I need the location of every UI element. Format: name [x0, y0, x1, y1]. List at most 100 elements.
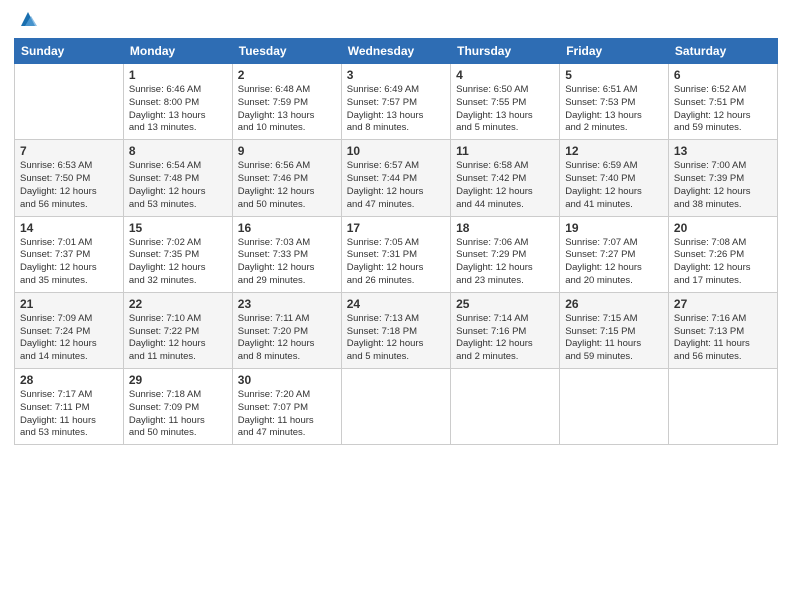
weekday-header-tuesday: Tuesday — [232, 39, 341, 64]
day-cell: 20 Sunrise: 7:08 AM Sunset: 7:26 PM Dayli… — [668, 216, 777, 292]
day-cell — [668, 369, 777, 445]
day-info: Sunrise: 7:07 AM Sunset: 7:27 PM Dayligh… — [565, 237, 663, 288]
day-cell: 6Sunrise: 6:52 AM Sunset: 7:51 PM Daylig… — [668, 64, 777, 140]
day-cell: 22 Sunrise: 7:10 AM Sunset: 7:22 PM Dayli… — [123, 292, 232, 368]
day-cell: 16 Sunrise: 7:03 AM Sunset: 7:33 PM Dayli… — [232, 216, 341, 292]
day-info: Sunrise: 6:53 AM Sunset: 7:50 PM Dayligh… — [20, 160, 118, 211]
day-info: Sunrise: 6:51 AM Sunset: 7:53 PM Dayligh… — [565, 84, 663, 135]
header — [14, 10, 778, 30]
calendar-table: SundayMondayTuesdayWednesdayThursdayFrid… — [14, 38, 778, 445]
day-info: Sunrise: 7:09 AM Sunset: 7:24 PM Dayligh… — [20, 313, 118, 364]
day-cell: 24 Sunrise: 7:13 AM Sunset: 7:18 PM Dayli… — [341, 292, 450, 368]
calendar-header-row: SundayMondayTuesdayWednesdayThursdayFrid… — [15, 39, 778, 64]
day-number: 27 — [674, 297, 772, 311]
week-row-2: 7Sunrise: 6:53 AM Sunset: 7:50 PM Daylig… — [15, 140, 778, 216]
day-info: Sunrise: 7:02 AM Sunset: 7:35 PM Dayligh… — [129, 237, 227, 288]
day-info: Sunrise: 7:13 AM Sunset: 7:18 PM Dayligh… — [347, 313, 445, 364]
day-number: 26 — [565, 297, 663, 311]
day-info: Sunrise: 7:03 AM Sunset: 7:33 PM Dayligh… — [238, 237, 336, 288]
day-number: 4 — [456, 68, 554, 82]
day-cell: 23 Sunrise: 7:11 AM Sunset: 7:20 PM Dayli… — [232, 292, 341, 368]
page: SundayMondayTuesdayWednesdayThursdayFrid… — [0, 0, 792, 612]
day-number: 2 — [238, 68, 336, 82]
day-cell: 3 Sunrise: 6:49 AM Sunset: 7:57 PM Daylig… — [341, 64, 450, 140]
day-info: Sunrise: 7:11 AM Sunset: 7:20 PM Dayligh… — [238, 313, 336, 364]
day-number: 22 — [129, 297, 227, 311]
weekday-header-saturday: Saturday — [668, 39, 777, 64]
day-info: Sunrise: 6:46 AM Sunset: 8:00 PM Dayligh… — [129, 84, 227, 135]
day-cell: 15 Sunrise: 7:02 AM Sunset: 7:35 PM Dayli… — [123, 216, 232, 292]
day-number: 20 — [674, 221, 772, 235]
week-row-4: 21 Sunrise: 7:09 AM Sunset: 7:24 PM Dayli… — [15, 292, 778, 368]
day-cell — [560, 369, 669, 445]
day-info: Sunrise: 7:20 AM Sunset: 7:07 PM Dayligh… — [238, 389, 336, 440]
day-cell: 2 Sunrise: 6:48 AM Sunset: 7:59 PM Daylig… — [232, 64, 341, 140]
weekday-header-wednesday: Wednesday — [341, 39, 450, 64]
day-number: 23 — [238, 297, 336, 311]
day-number: 11 — [456, 144, 554, 158]
day-cell: 5Sunrise: 6:51 AM Sunset: 7:53 PM Daylig… — [560, 64, 669, 140]
day-number: 21 — [20, 297, 118, 311]
day-number: 12 — [565, 144, 663, 158]
weekday-header-friday: Friday — [560, 39, 669, 64]
week-row-5: 28 Sunrise: 7:17 AM Sunset: 7:11 PM Dayli… — [15, 369, 778, 445]
day-number: 3 — [347, 68, 445, 82]
day-info: Sunrise: 7:16 AM Sunset: 7:13 PM Dayligh… — [674, 313, 772, 364]
weekday-header-thursday: Thursday — [451, 39, 560, 64]
day-cell: 4 Sunrise: 6:50 AM Sunset: 7:55 PM Daylig… — [451, 64, 560, 140]
day-cell: 25Sunrise: 7:14 AM Sunset: 7:16 PM Dayli… — [451, 292, 560, 368]
day-info: Sunrise: 7:10 AM Sunset: 7:22 PM Dayligh… — [129, 313, 227, 364]
day-cell: 11 Sunrise: 6:58 AM Sunset: 7:42 PM Dayli… — [451, 140, 560, 216]
day-cell: 29 Sunrise: 7:18 AM Sunset: 7:09 PM Dayli… — [123, 369, 232, 445]
day-cell: 17 Sunrise: 7:05 AM Sunset: 7:31 PM Dayli… — [341, 216, 450, 292]
day-info: Sunrise: 6:49 AM Sunset: 7:57 PM Dayligh… — [347, 84, 445, 135]
day-number: 18 — [456, 221, 554, 235]
weekday-header-monday: Monday — [123, 39, 232, 64]
day-cell: 9 Sunrise: 6:56 AM Sunset: 7:46 PM Daylig… — [232, 140, 341, 216]
day-info: Sunrise: 6:54 AM Sunset: 7:48 PM Dayligh… — [129, 160, 227, 211]
day-info: Sunrise: 6:57 AM Sunset: 7:44 PM Dayligh… — [347, 160, 445, 211]
day-info: Sunrise: 6:52 AM Sunset: 7:51 PM Dayligh… — [674, 84, 772, 135]
day-cell: 10 Sunrise: 6:57 AM Sunset: 7:44 PM Dayli… — [341, 140, 450, 216]
day-info: Sunrise: 7:06 AM Sunset: 7:29 PM Dayligh… — [456, 237, 554, 288]
day-number: 14 — [20, 221, 118, 235]
day-cell: 26 Sunrise: 7:15 AM Sunset: 7:15 PM Dayli… — [560, 292, 669, 368]
day-info: Sunrise: 7:05 AM Sunset: 7:31 PM Dayligh… — [347, 237, 445, 288]
day-cell: 19Sunrise: 7:07 AM Sunset: 7:27 PM Dayli… — [560, 216, 669, 292]
day-info: Sunrise: 7:14 AM Sunset: 7:16 PM Dayligh… — [456, 313, 554, 364]
day-cell — [451, 369, 560, 445]
day-cell — [15, 64, 124, 140]
day-info: Sunrise: 6:48 AM Sunset: 7:59 PM Dayligh… — [238, 84, 336, 135]
day-info: Sunrise: 7:17 AM Sunset: 7:11 PM Dayligh… — [20, 389, 118, 440]
day-info: Sunrise: 6:50 AM Sunset: 7:55 PM Dayligh… — [456, 84, 554, 135]
day-cell: 28 Sunrise: 7:17 AM Sunset: 7:11 PM Dayli… — [15, 369, 124, 445]
day-info: Sunrise: 7:08 AM Sunset: 7:26 PM Dayligh… — [674, 237, 772, 288]
logo — [14, 10, 39, 30]
day-number: 13 — [674, 144, 772, 158]
day-cell: 14Sunrise: 7:01 AM Sunset: 7:37 PM Dayli… — [15, 216, 124, 292]
day-number: 24 — [347, 297, 445, 311]
day-number: 28 — [20, 373, 118, 387]
week-row-1: 1 Sunrise: 6:46 AM Sunset: 8:00 PM Daylig… — [15, 64, 778, 140]
day-cell: 12 Sunrise: 6:59 AM Sunset: 7:40 PM Dayli… — [560, 140, 669, 216]
day-number: 1 — [129, 68, 227, 82]
day-number: 30 — [238, 373, 336, 387]
week-row-3: 14Sunrise: 7:01 AM Sunset: 7:37 PM Dayli… — [15, 216, 778, 292]
day-number: 10 — [347, 144, 445, 158]
day-info: Sunrise: 7:18 AM Sunset: 7:09 PM Dayligh… — [129, 389, 227, 440]
day-info: Sunrise: 6:56 AM Sunset: 7:46 PM Dayligh… — [238, 160, 336, 211]
day-number: 9 — [238, 144, 336, 158]
day-cell: 7Sunrise: 6:53 AM Sunset: 7:50 PM Daylig… — [15, 140, 124, 216]
day-number: 17 — [347, 221, 445, 235]
day-number: 15 — [129, 221, 227, 235]
day-info: Sunrise: 6:58 AM Sunset: 7:42 PM Dayligh… — [456, 160, 554, 211]
day-cell: 21 Sunrise: 7:09 AM Sunset: 7:24 PM Dayli… — [15, 292, 124, 368]
day-info: Sunrise: 7:00 AM Sunset: 7:39 PM Dayligh… — [674, 160, 772, 211]
day-number: 16 — [238, 221, 336, 235]
day-cell: 13 Sunrise: 7:00 AM Sunset: 7:39 PM Dayli… — [668, 140, 777, 216]
day-number: 8 — [129, 144, 227, 158]
day-info: Sunrise: 6:59 AM Sunset: 7:40 PM Dayligh… — [565, 160, 663, 211]
day-number: 29 — [129, 373, 227, 387]
day-cell: 8 Sunrise: 6:54 AM Sunset: 7:48 PM Daylig… — [123, 140, 232, 216]
day-info: Sunrise: 7:15 AM Sunset: 7:15 PM Dayligh… — [565, 313, 663, 364]
